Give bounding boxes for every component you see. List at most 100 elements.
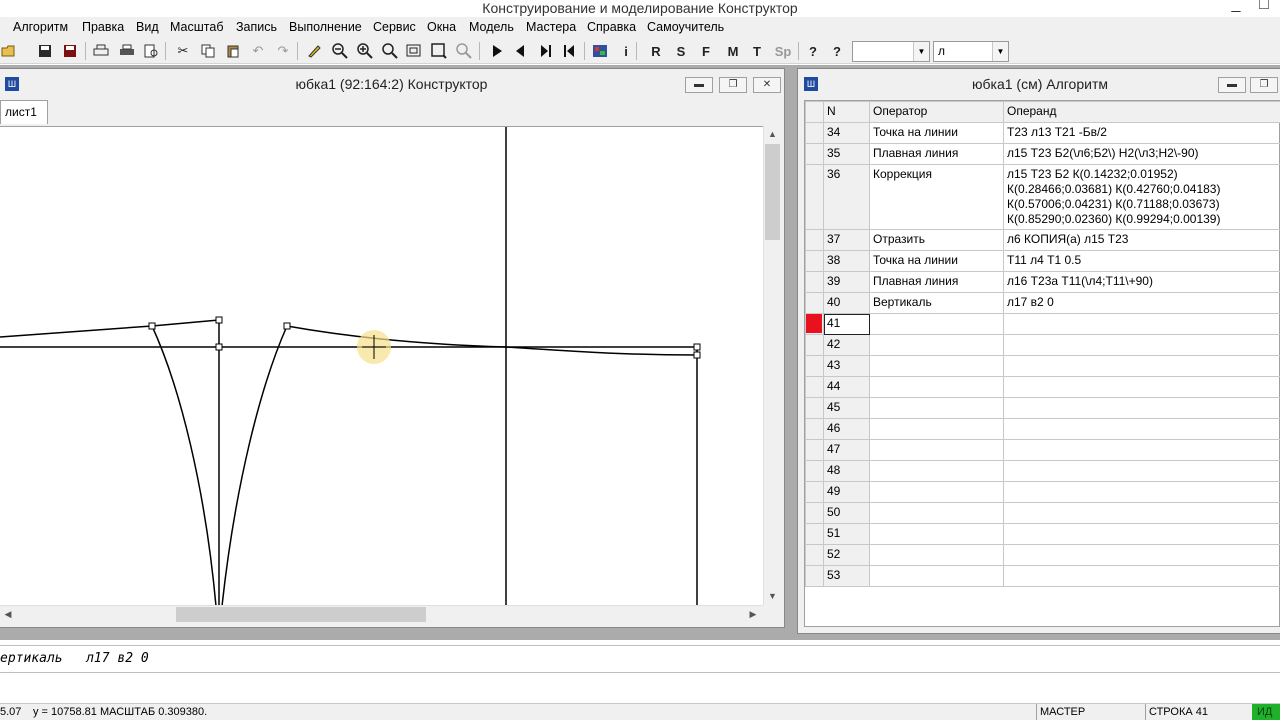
copy-icon[interactable] <box>199 42 217 60</box>
mode-r-button[interactable]: R <box>647 42 665 60</box>
cell-operand[interactable]: л15 Т23 Б2 К(0.14232;0.01952) К(0.28466;… <box>1003 164 1280 230</box>
menu-service[interactable]: Сервис <box>373 20 416 34</box>
rewind-icon[interactable] <box>560 42 578 60</box>
cell-operand[interactable]: л6 КОПИЯ(а) л15 Т23 <box>1003 229 1280 251</box>
maximize-app-button[interactable]: □ <box>1250 0 1278 15</box>
menu-scale[interactable]: Масштаб <box>170 20 223 34</box>
table-row[interactable]: 52 <box>805 544 1280 566</box>
algorithm-grid[interactable]: N Оператор Операнд 34 Точка на линии Т23 л… <box>804 100 1280 627</box>
table-row[interactable]: 41 <box>805 313 1280 335</box>
row-selector[interactable] <box>805 502 824 524</box>
window-restore-button[interactable]: ❐ <box>1250 77 1278 93</box>
table-row[interactable]: 44 <box>805 376 1280 398</box>
row-selector[interactable] <box>805 229 824 251</box>
cell-operator[interactable] <box>869 313 1004 335</box>
cell-n[interactable]: 52 <box>823 544 870 566</box>
page-setup-icon[interactable] <box>92 42 110 60</box>
cell-n[interactable]: 50 <box>823 502 870 524</box>
command-combo[interactable]: ▼ <box>852 41 930 62</box>
cell-operator[interactable]: Плавная линия <box>869 271 1004 293</box>
cell-operand[interactable]: л17 в2 0 <box>1003 292 1280 314</box>
row-selector[interactable] <box>805 143 824 165</box>
table-row[interactable]: 51 <box>805 523 1280 545</box>
row-selector[interactable] <box>805 460 824 482</box>
table-row[interactable]: 40 Вертикаль л17 в2 0 <box>805 292 1280 314</box>
row-selector[interactable] <box>805 439 824 461</box>
point-marker[interactable] <box>215 316 223 324</box>
table-row[interactable]: 34 Точка на линии Т23 л13 Т21 -Бв/2 <box>805 122 1280 144</box>
cell-n[interactable]: 45 <box>823 397 870 419</box>
cell-operand[interactable] <box>1003 523 1280 545</box>
row-selector[interactable] <box>805 122 824 144</box>
zoom-out-icon[interactable] <box>331 42 349 60</box>
window-minimize-button[interactable]: ▬ <box>1218 77 1246 93</box>
cell-operator[interactable]: Отразить <box>869 229 1004 251</box>
table-row[interactable]: 36 Коррекция л15 Т23 Б2 К(0.14232;0.01952)… <box>805 164 1280 230</box>
scroll-right-icon[interactable]: ▶ <box>745 606 761 623</box>
cell-operand[interactable] <box>1003 460 1280 482</box>
cell-operand[interactable] <box>1003 481 1280 503</box>
menu-view[interactable]: Вид <box>136 20 159 34</box>
cell-operand[interactable]: л16 Т23а Т11(\л4;Т11\+90) <box>1003 271 1280 293</box>
table-row[interactable]: 38 Точка на линии Т11 л4 Т1 0.5 <box>805 250 1280 272</box>
canvas-vertical-scrollbar[interactable]: ▲ ▼ <box>763 126 780 605</box>
pen-icon[interactable] <box>305 42 323 60</box>
table-row[interactable]: 35 Плавная линия л15 Т23 Б2(\л6;Б2\) Н2(\л… <box>805 143 1280 165</box>
cell-n[interactable]: 35 <box>823 143 870 165</box>
cell-n[interactable]: 49 <box>823 481 870 503</box>
cell-n[interactable]: 51 <box>823 523 870 545</box>
zoom-window-icon[interactable] <box>430 42 448 60</box>
cell-operand[interactable] <box>1003 334 1280 356</box>
menu-tutorial[interactable]: Самоучитель <box>647 20 724 34</box>
row-selector[interactable] <box>805 565 824 587</box>
menu-record[interactable]: Запись <box>236 20 277 34</box>
cell-operator[interactable] <box>869 334 1004 356</box>
column-header-operator[interactable]: Оператор <box>869 101 1004 123</box>
cell-n[interactable]: 44 <box>823 376 870 398</box>
cell-n[interactable]: 37 <box>823 229 870 251</box>
cell-n[interactable]: 41 <box>823 313 870 335</box>
menu-windows[interactable]: Окна <box>427 20 456 34</box>
save-all-icon[interactable] <box>61 42 79 60</box>
zoom-in-icon[interactable] <box>356 42 374 60</box>
cell-operand[interactable]: л15 Т23 Б2(\л6;Б2\) Н2(\л3;Н2\-90) <box>1003 143 1280 165</box>
minimize-app-button[interactable]: _ <box>1222 0 1250 15</box>
cell-operator[interactable] <box>869 481 1004 503</box>
mode-sp-button[interactable]: Sp <box>772 42 794 60</box>
cell-operator[interactable] <box>869 460 1004 482</box>
cell-operand[interactable] <box>1003 565 1280 587</box>
cell-operand[interactable] <box>1003 439 1280 461</box>
cell-operator[interactable] <box>869 418 1004 440</box>
cell-operand[interactable] <box>1003 313 1280 335</box>
cell-n[interactable]: 48 <box>823 460 870 482</box>
mode-m-button[interactable]: M <box>724 42 742 60</box>
tab-sheet1[interactable]: лист1 <box>0 100 48 124</box>
info-icon[interactable]: i <box>617 42 635 60</box>
menu-wizards[interactable]: Мастера <box>526 20 576 34</box>
table-row[interactable]: 47 <box>805 439 1280 461</box>
table-row[interactable]: 48 <box>805 460 1280 482</box>
cut-icon[interactable]: ✂ <box>174 42 192 60</box>
scroll-thumb[interactable] <box>176 607 426 622</box>
cell-operator[interactable] <box>869 523 1004 545</box>
scroll-thumb[interactable] <box>765 144 780 240</box>
chevron-down-icon[interactable]: ▼ <box>992 42 1008 61</box>
cell-operand[interactable] <box>1003 376 1280 398</box>
menu-run[interactable]: Выполнение <box>289 20 362 34</box>
zoom-fit-icon[interactable] <box>405 42 423 60</box>
menu-help[interactable]: Справка <box>587 20 636 34</box>
row-selector[interactable] <box>805 523 824 545</box>
row-selector[interactable] <box>805 544 824 566</box>
row-selector[interactable] <box>805 376 824 398</box>
cell-operator[interactable] <box>869 355 1004 377</box>
zoom-icon[interactable] <box>381 42 399 60</box>
menu-model[interactable]: Модель <box>469 20 514 34</box>
canvas-horizontal-scrollbar[interactable]: ◀ ▶ <box>0 605 763 622</box>
cell-n[interactable]: 46 <box>823 418 870 440</box>
context-help-icon[interactable]: ? <box>828 42 846 60</box>
open-icon[interactable] <box>0 42 18 60</box>
window-minimize-button[interactable]: ▬ <box>685 77 713 93</box>
mode-t-button[interactable]: T <box>748 42 766 60</box>
cell-operand[interactable] <box>1003 355 1280 377</box>
row-selector[interactable] <box>805 250 824 272</box>
